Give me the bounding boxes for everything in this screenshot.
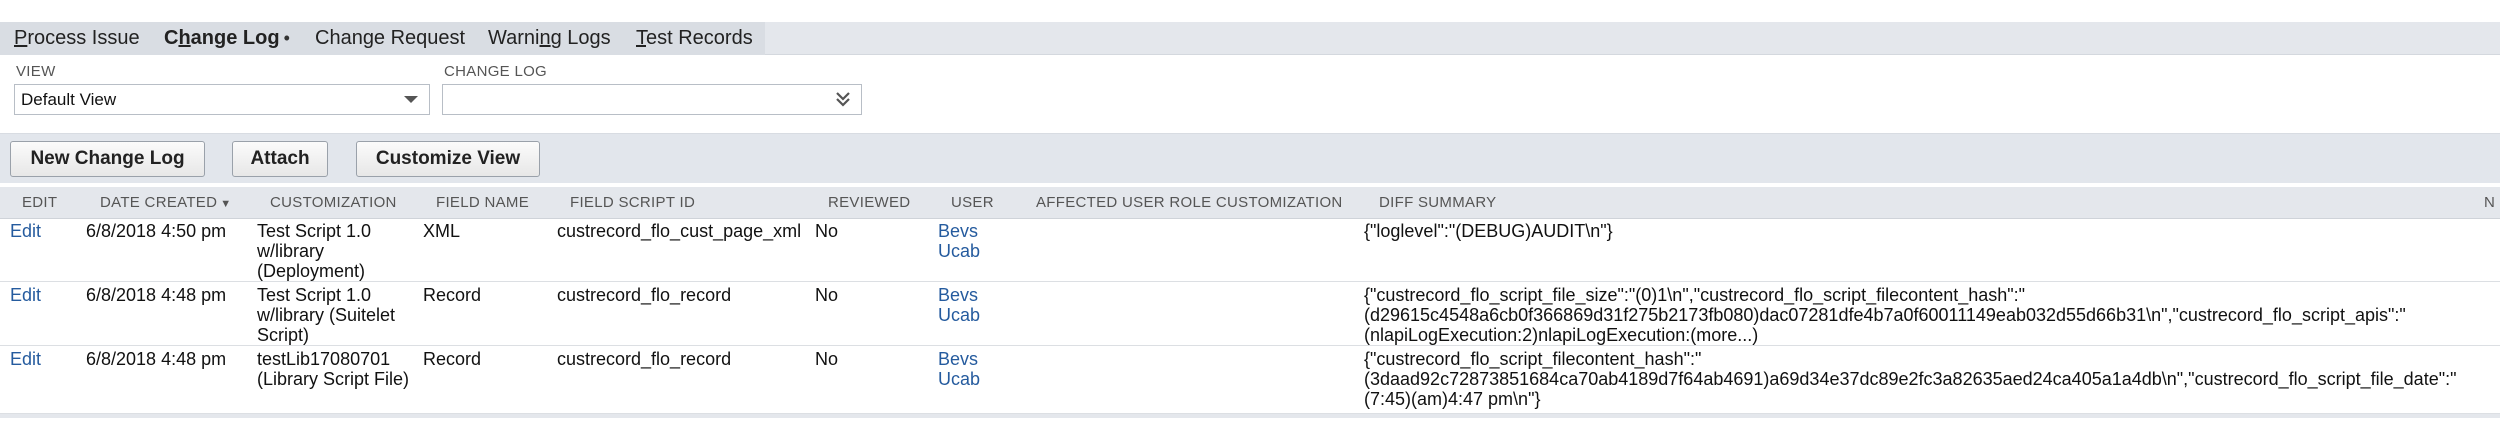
tab-label: est Records [646, 27, 753, 49]
field-name-cell: XML [423, 221, 461, 241]
table-footer-band [0, 414, 2500, 418]
tab-label: g Logs [550, 27, 611, 49]
user-line: Ucab [938, 369, 981, 389]
tab-test-records[interactable]: Test Records [636, 22, 753, 55]
header-truncated: N [2484, 194, 2496, 211]
user-line: Ucab [938, 305, 981, 325]
active-dot-icon: • [283, 28, 290, 48]
date-cell: 6/8/2018 4:48 pm [86, 349, 227, 369]
edit-link[interactable]: Edit [10, 349, 41, 369]
tab-change-request[interactable]: Change Request [315, 22, 465, 55]
diff-line: (d29615c4548a6cb0f366869d31f275b2173fb08… [1364, 305, 2406, 325]
tab-label: Warni [488, 27, 540, 49]
tab-process-issue[interactable]: Process Issue [14, 22, 140, 55]
tab-label: ange Log [190, 27, 280, 49]
customization-cell: Test Script 1.0 w/library (Suitelet Scri… [257, 285, 395, 345]
view-select[interactable]: Default View [14, 84, 430, 115]
header-user[interactable]: USER [951, 187, 994, 219]
date-cell: 6/8/2018 4:48 pm [86, 285, 227, 305]
reviewed-cell: No [815, 349, 839, 369]
diff-summary-cell: {"custrecord_flo_script_file_size":"(0)1… [1364, 285, 2406, 345]
new-change-log-button[interactable]: New Change Log [10, 141, 205, 177]
tab-accesskey: n [539, 27, 551, 49]
field-script-id-cell: custrecord_flo_record [557, 285, 732, 305]
tab-accesskey: P [14, 27, 28, 49]
diff-line: (7:45)(am)4:47 pm\n"} [1364, 389, 1541, 409]
edit-link[interactable]: Edit [10, 285, 41, 305]
header-field-name[interactable]: FIELD NAME [436, 187, 529, 219]
view-select-value: Default View [21, 90, 117, 109]
header-date-created-label: DATE CREATED [100, 194, 218, 211]
table-row: Edit 6/8/2018 4:48 pm Test Script 1.0 w/… [0, 282, 2500, 346]
customization-cell: Test Script 1.0 w/library (Deployment) [257, 221, 371, 281]
diff-summary-cell: {"custrecord_flo_script_filecontent_hash… [1364, 349, 2456, 409]
table-row: Edit 6/8/2018 4:50 pm Test Script 1.0 w/… [0, 219, 2500, 282]
tab-change-log[interactable]: Change Log • [164, 22, 290, 55]
button-bar: New Change Log Attach Customize View [0, 133, 2500, 183]
tab-label: rocess Issue [27, 27, 140, 49]
reviewed-cell: No [815, 221, 839, 241]
customization-line: Test Script 1.0 [257, 221, 372, 241]
field-name-cell: Record [423, 285, 482, 305]
chevron-down-icon [401, 85, 421, 124]
user-link[interactable]: Bevs Ucab [938, 285, 980, 325]
diff-summary-cell: {"loglevel":"(DEBUG)AUDIT\n"} [1364, 221, 1613, 241]
attach-button[interactable]: Attach [232, 141, 328, 177]
subtab-bar: Process Issue Change Log • Change Request… [0, 22, 2500, 55]
field-script-id-cell: custrecord_flo_record [557, 349, 732, 369]
user-line: Ucab [938, 241, 981, 261]
customization-line: w/library [257, 241, 325, 261]
customization-line: Script) [257, 325, 310, 345]
customization-line: Test Script 1.0 [257, 285, 372, 305]
user-link[interactable]: Bevs Ucab [938, 221, 980, 261]
field-script-id-cell: custrecord_flo_cust_page_xml [557, 221, 802, 241]
table-row: Edit 6/8/2018 4:48 pm testLib17080701 (L… [0, 346, 2500, 414]
customization-line: w/library (Suitelet [257, 305, 396, 325]
header-date-created[interactable]: DATE CREATED ▼ [100, 187, 231, 220]
diff-line: {"custrecord_flo_script_filecontent_hash… [1364, 349, 1702, 369]
user-link[interactable]: Bevs Ucab [938, 349, 980, 389]
filter-area: VIEW Default View CHANGE LOG [0, 55, 2500, 133]
double-chevron-down-icon [833, 85, 853, 124]
diff-line: {"custrecord_flo_script_file_size":"(0)1… [1364, 285, 2026, 305]
top-spacer [0, 0, 2500, 22]
tab-label: C [164, 27, 179, 49]
sort-desc-icon: ▼ [220, 198, 232, 210]
user-line: Bevs [938, 349, 979, 369]
customization-line: (Library Script File) [257, 369, 410, 389]
view-label: VIEW [16, 63, 56, 80]
header-reviewed[interactable]: REVIEWED [828, 187, 910, 219]
diff-line: {"loglevel":"(DEBUG)AUDIT\n"} [1364, 221, 1613, 241]
diff-line: (nlapiLogExecution:2)nlapiLogExecution:(… [1364, 325, 1759, 345]
diff-line: (3daad92c72873851684ca70ab4189d7f64ab469… [1364, 369, 2457, 389]
field-name-cell: Record [423, 349, 482, 369]
tab-accesskey: h [178, 27, 191, 49]
table-header: EDIT DATE CREATED ▼ CUSTOMIZATION FIELD N… [0, 187, 2500, 219]
header-diff-summary[interactable]: DIFF SUMMARY [1379, 187, 1497, 219]
header-affected-user-role[interactable]: AFFECTED USER ROLE CUSTOMIZATION [1036, 187, 1343, 219]
customization-cell: testLib17080701 (Library Script File) [257, 349, 409, 389]
change-log-label: CHANGE LOG [444, 63, 548, 80]
header-field-script-id[interactable]: FIELD SCRIPT ID [570, 187, 695, 219]
customization-line: testLib17080701 [257, 349, 391, 369]
customization-line: (Deployment) [257, 261, 366, 281]
tab-warning-logs[interactable]: Warning Logs [488, 22, 611, 55]
tab-label: Change Request [315, 27, 466, 49]
date-cell: 6/8/2018 4:50 pm [86, 221, 227, 241]
edit-link[interactable]: Edit [10, 221, 41, 241]
header-customization[interactable]: CUSTOMIZATION [270, 187, 397, 219]
tab-accesskey: T [636, 27, 646, 49]
customize-view-button[interactable]: Customize View [356, 141, 540, 177]
change-log-select[interactable] [442, 84, 862, 115]
user-line: Bevs [938, 285, 979, 305]
user-line: Bevs [938, 221, 979, 241]
header-edit: EDIT [22, 194, 58, 211]
reviewed-cell: No [815, 285, 839, 305]
